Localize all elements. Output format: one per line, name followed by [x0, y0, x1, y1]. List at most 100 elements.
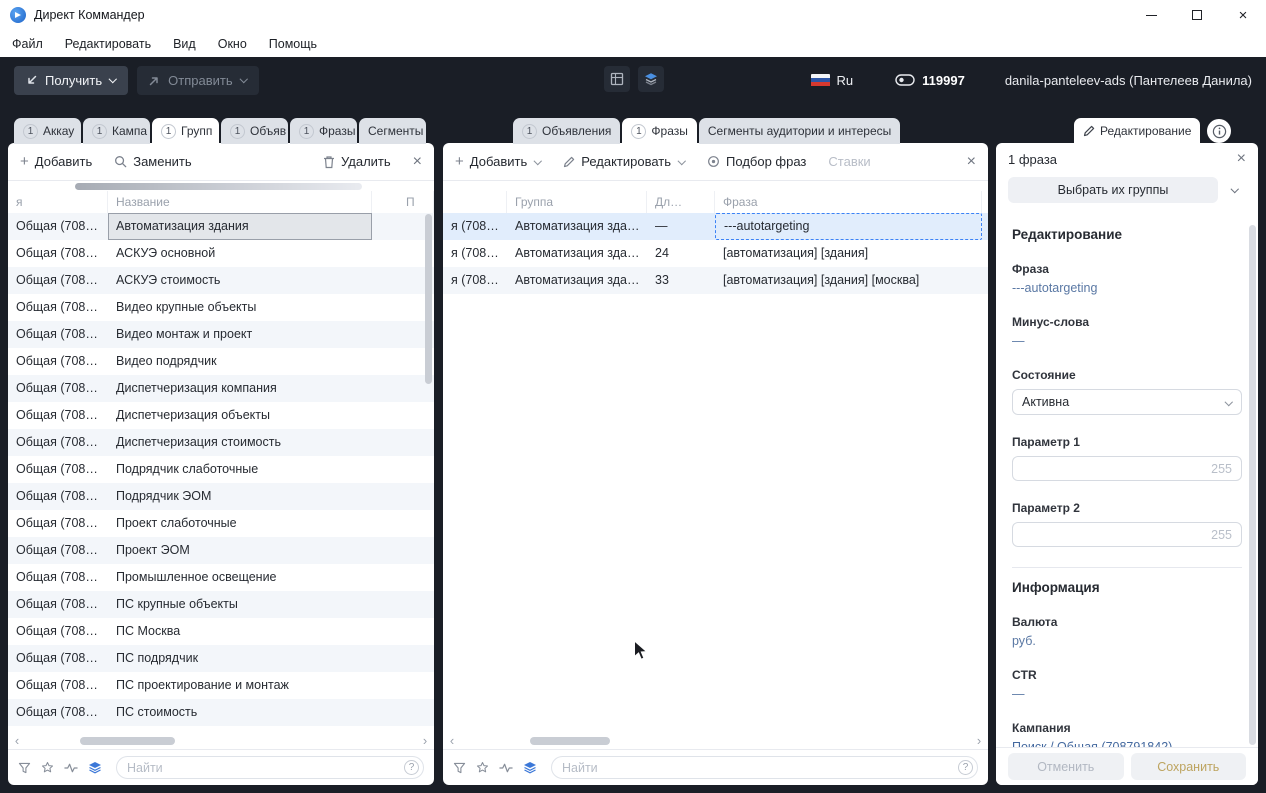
vertical-scrollbar-thumb[interactable]	[425, 214, 432, 384]
table-row[interactable]: Общая (708… АСКУЭ основной	[8, 240, 434, 267]
add-group-button[interactable]: + Добавить	[20, 154, 92, 169]
column-header-name[interactable]: Название	[108, 191, 372, 213]
menu-item[interactable]: Файл	[12, 37, 43, 51]
horizontal-scrollbar-thumb[interactable]	[80, 737, 175, 745]
menu-item[interactable]: Окно	[218, 37, 247, 51]
param2-input[interactable]	[1012, 522, 1242, 547]
scroll-left-arrow[interactable]: ‹	[8, 733, 26, 749]
filter-icon[interactable]	[453, 762, 466, 774]
bids-button[interactable]: Ставки	[828, 154, 870, 169]
replace-button[interactable]: Заменить	[114, 154, 192, 169]
select-groups-dropdown[interactable]	[1224, 177, 1246, 203]
save-button[interactable]: Сохранить	[1130, 753, 1246, 780]
table-row[interactable]: Общая (708… ПС крупные объекты	[8, 591, 434, 618]
close-panel-button[interactable]: ×	[413, 153, 422, 170]
table-row[interactable]: Общая (708… ПС Москва	[8, 618, 434, 645]
table-row[interactable]: Общая (708… ПС проектирование и монтаж	[8, 672, 434, 699]
search-input[interactable]	[551, 756, 978, 779]
table-row[interactable]: Общая (708… Диспетчеризация компания	[8, 375, 434, 402]
add-label: Добавить	[34, 154, 93, 169]
table-row[interactable]: Общая (708… Видео крупные объекты	[8, 294, 434, 321]
table-row[interactable]: Общая (708… Промышленное освещение	[8, 564, 434, 591]
table-row[interactable]: Общая (708… Автоматизация здания	[8, 213, 434, 240]
tab-editing[interactable]: Редактирование	[1074, 118, 1201, 144]
table-row[interactable]: Общая (708… Диспетчеризация стоимость	[8, 429, 434, 456]
column-header-campaign[interactable]: я	[8, 191, 108, 213]
language-switch[interactable]: Ru	[837, 73, 854, 88]
account-menu[interactable]: danila-panteleev-ads (Пантелеев Данила)	[1005, 73, 1252, 88]
table-row[interactable]: Общая (708… Подрядчик ЭОМ	[8, 483, 434, 510]
column-header-length[interactable]: Дл…	[647, 191, 715, 213]
add-phrase-button[interactable]: + Добавить	[455, 154, 541, 169]
tab[interactable]: 1 Групп	[152, 118, 219, 144]
column-header-extra[interactable]: П	[372, 191, 434, 213]
table-row[interactable]: Общая (708… Проект ЭОМ	[8, 537, 434, 564]
layers-filter-icon[interactable]	[523, 761, 537, 774]
activity-icon[interactable]	[499, 762, 513, 774]
table-row[interactable]: Общая (708… Подрядчик слаботочные	[8, 456, 434, 483]
cell-extra	[372, 564, 434, 591]
filter-icon[interactable]	[18, 762, 31, 774]
phrase-value[interactable]: ---autotargeting	[1012, 281, 1242, 295]
table-view-button[interactable]	[604, 66, 630, 92]
menu-item[interactable]: Вид	[173, 37, 196, 51]
horizontal-scrollbar-thumb[interactable]	[530, 737, 610, 745]
get-button[interactable]: Получить	[14, 65, 129, 95]
tab[interactable]: 1 Фразы	[622, 118, 697, 144]
tab[interactable]: 1 Кампа	[83, 118, 150, 144]
table-row[interactable]: Общая (708… Диспетчеризация объекты	[8, 402, 434, 429]
column-header-phrase[interactable]: Фраза	[715, 191, 982, 213]
minimize-button[interactable]	[1128, 0, 1174, 30]
star-icon[interactable]	[41, 761, 54, 774]
search-input[interactable]	[116, 756, 424, 779]
tab[interactable]: 1 Фразы	[290, 118, 357, 144]
delete-button[interactable]: Удалить	[323, 154, 391, 169]
send-button[interactable]: Отправить	[137, 65, 259, 95]
column-header-campaign[interactable]	[443, 191, 507, 213]
layers-filter-icon[interactable]	[88, 761, 102, 774]
minus-words-value[interactable]: —	[1012, 334, 1242, 348]
tab[interactable]: 1 Объяв	[221, 118, 288, 144]
select-groups-button[interactable]: Выбрать их группы	[1008, 177, 1218, 203]
table-row[interactable]: Общая (708… АСКУЭ стоимость	[8, 267, 434, 294]
table-row[interactable]: я (708… Автоматизация зда… 33 [автоматиз…	[443, 267, 988, 294]
table-row[interactable]: я (708… Автоматизация зда… — ---autotarg…	[443, 213, 988, 240]
cancel-button[interactable]: Отменить	[1008, 753, 1124, 780]
column-header-group[interactable]: Группа	[507, 191, 647, 213]
tab[interactable]: Сегменты аудитории и интересы	[698, 118, 901, 144]
close-panel-button[interactable]: ×	[967, 153, 976, 170]
scroll-left-arrow[interactable]: ‹	[443, 733, 461, 749]
cell-name: Видео подрядчик	[116, 354, 217, 368]
table-row[interactable]: я (708… Автоматизация зда… 24 [автоматиз…	[443, 240, 988, 267]
horizontal-scrollbar-top-thumb[interactable]	[75, 182, 362, 190]
tab[interactable]: Сегменты	[359, 118, 426, 144]
phrase-picker-button[interactable]: Подбор фраз	[707, 154, 806, 169]
scroll-right-arrow[interactable]: ›	[416, 733, 434, 749]
search-help-icon[interactable]: ?	[958, 760, 973, 775]
maximize-button[interactable]	[1174, 0, 1220, 30]
table-row[interactable]: Общая (708… Проект слаботочные	[8, 510, 434, 537]
info-button[interactable]	[1207, 119, 1232, 143]
edit-phrase-button[interactable]: Редактировать	[563, 154, 685, 169]
layers-view-button[interactable]	[638, 66, 664, 92]
menu-item[interactable]: Редактировать	[65, 37, 151, 51]
cell-extra	[372, 537, 434, 564]
tab[interactable]: 1 Аккау	[14, 118, 81, 144]
close-button[interactable]: ×	[1220, 0, 1266, 30]
param1-input[interactable]	[1012, 456, 1242, 481]
table-row[interactable]: Общая (708… ПС подрядчик	[8, 645, 434, 672]
table-row[interactable]: Общая (708… ПС стоимость	[8, 699, 434, 726]
search-help-icon[interactable]: ?	[404, 760, 419, 775]
star-icon[interactable]	[476, 761, 489, 774]
table-row[interactable]: Общая (708… Видео монтаж и проект	[8, 321, 434, 348]
state-select[interactable]: Активна	[1012, 389, 1242, 415]
activity-icon[interactable]	[64, 762, 78, 774]
table-row[interactable]: Общая (708… Видео подрядчик	[8, 348, 434, 375]
tab[interactable]: 1 Объявления	[513, 118, 621, 144]
menu-item[interactable]: Помощь	[269, 37, 317, 51]
vertical-scrollbar-thumb[interactable]	[1249, 225, 1256, 745]
cell-campaign: Общая (708…	[16, 462, 98, 476]
campaign-link[interactable]: Поиск / Общая (708791842)	[1012, 740, 1242, 747]
close-panel-button[interactable]: ×	[1237, 151, 1246, 167]
scroll-right-arrow[interactable]: ›	[970, 733, 988, 749]
